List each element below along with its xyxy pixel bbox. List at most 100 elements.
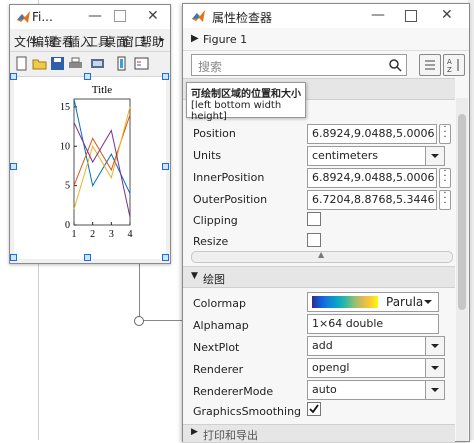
resize-handle[interactable] [162, 73, 169, 80]
position-value: 6.8924,9.0488,5.0006,6.006 [312, 127, 434, 140]
new-figure-icon[interactable] [14, 56, 29, 71]
nextplot-dropdown[interactable]: add [307, 336, 437, 356]
figure-menubar: 文件 编辑 查看 插入 工具 桌面 窗口 帮助 ▸ [10, 31, 170, 51]
expand-arrow-icon[interactable]: ▶ [191, 33, 199, 44]
group-view-button[interactable] [419, 54, 441, 76]
chevron-down-icon [431, 388, 439, 392]
resize-handle[interactable] [10, 163, 17, 170]
tooltip-body: [left bottom width height] [191, 100, 282, 122]
innerposition-field[interactable]: 6.8924,9.0488,5.0006,6.006 [307, 168, 437, 188]
sort-az-button[interactable]: AZ [443, 54, 465, 76]
section-title: 打印和导出 [203, 429, 258, 442]
graphicssmoothing-checkbox[interactable] [307, 402, 321, 416]
alphamap-field[interactable]: 1×64 double [307, 314, 439, 334]
expand-arrow-icon[interactable]: ▶ [191, 427, 198, 437]
insert-legend-icon[interactable] [134, 56, 149, 71]
resize-handle[interactable] [84, 254, 91, 261]
svg-text:A: A [447, 58, 452, 66]
resize-checkbox[interactable] [307, 233, 321, 247]
x-tick-label: 1 [72, 229, 77, 240]
close-icon[interactable]: ✕ [441, 8, 453, 22]
units-dropdown[interactable]: centimeters [307, 146, 437, 166]
prop-label-position: Position [193, 127, 236, 140]
section-print-export[interactable]: ▶ 打印和导出 [183, 424, 455, 443]
renderer-value: opengl [312, 361, 350, 374]
search-icon[interactable] [388, 58, 402, 72]
figure-title: Fi... [32, 10, 53, 24]
open-icon[interactable] [32, 56, 47, 71]
prop-label-innerposition: InnerPosition [193, 171, 265, 184]
object-selector[interactable]: ▶ Figure 1 [183, 30, 469, 51]
renderermode-dropdown[interactable]: auto [307, 380, 437, 400]
renderermode-dropdown-arrow[interactable] [425, 380, 445, 400]
y-tick-label: 5 [65, 181, 70, 192]
sort-az-icon: AZ [447, 58, 459, 74]
line-chart[interactable]: Title 1 2 3 4 0 5 10 15 [14, 77, 166, 259]
innerposition-value: 6.8924,9.0488,5.0006,6.006 [312, 171, 434, 184]
menu-overflow-icon[interactable]: ▸ [160, 35, 165, 45]
svg-text:Z: Z [447, 66, 452, 74]
chevron-down-icon [424, 300, 432, 304]
figure-window: Fi... — ✕ 文件 编辑 查看 插入 工具 桌面 窗口 帮助 ▸ Titl… [9, 4, 171, 264]
chevron-down-icon [431, 366, 439, 370]
position-more-button[interactable]: · · · [439, 123, 451, 144]
chart-title: Title [92, 84, 113, 96]
renderer-dropdown[interactable]: opengl [307, 358, 437, 378]
prop-label-outerposition: OuterPosition [193, 193, 268, 206]
show-more-bar[interactable]: ▲ [191, 250, 453, 263]
chevron-down-icon [431, 344, 439, 348]
insert-colorbar-icon[interactable] [114, 56, 129, 71]
resize-handle[interactable] [162, 163, 169, 170]
colormap-dropdown[interactable]: Parula [307, 292, 439, 312]
maximize-icon[interactable] [114, 10, 126, 22]
close-icon[interactable]: ✕ [147, 9, 159, 23]
outerposition-field[interactable]: 6.7204,8.8768,5.3446,8.215 [307, 190, 437, 210]
maximize-icon[interactable] [405, 10, 417, 22]
nextplot-value: add [312, 339, 333, 352]
search-placeholder: 搜索 [198, 60, 223, 74]
units-value: centimeters [312, 149, 378, 162]
resize-handle[interactable] [162, 254, 169, 261]
resize-handle[interactable] [10, 254, 17, 261]
y-tick-label: 10 [60, 141, 70, 152]
print-icon[interactable] [68, 56, 83, 71]
property-inspector-window: 属性检查器 — ✕ ▶ Figure 1 搜索 AZ ▼ 位置 Position… [182, 3, 470, 443]
position-field[interactable]: 6.8924,9.0488,5.0006,6.006 [307, 124, 437, 144]
resize-handle[interactable] [84, 73, 91, 80]
x-tick-label: 3 [109, 229, 114, 240]
section-plot[interactable]: ▼ 绘图 [183, 266, 455, 288]
search-input[interactable]: 搜索 [191, 54, 407, 76]
vertical-scrollbar[interactable] [456, 98, 468, 441]
prop-label-units: Units [193, 149, 222, 162]
inspector-titlebar: 属性检查器 — ✕ [183, 4, 469, 28]
checkmark-icon [309, 404, 319, 414]
minimize-icon[interactable]: — [88, 9, 102, 23]
inspector-title: 属性检查器 [212, 11, 273, 25]
clipping-checkbox[interactable] [307, 212, 321, 226]
x-tick-label: 2 [90, 229, 95, 240]
renderer-dropdown-arrow[interactable] [425, 358, 445, 378]
connector-line [139, 262, 140, 322]
minimize-icon[interactable]: — [371, 8, 385, 22]
colormap-gradient [312, 296, 378, 308]
nextplot-dropdown-arrow[interactable] [425, 336, 445, 356]
prop-label-alphamap: Alphamap [193, 319, 249, 332]
resize-handle[interactable] [10, 73, 17, 80]
innerposition-more-button[interactable]: · · · [439, 167, 451, 188]
matlab-logo-icon [17, 11, 30, 23]
prop-label-nextplot: NextPlot [193, 341, 240, 354]
matlab-logo-icon [192, 10, 205, 22]
chevron-down-icon [431, 154, 439, 158]
prop-label-renderermode: RendererMode [193, 385, 274, 398]
link-icon[interactable] [90, 56, 105, 71]
save-icon[interactable] [50, 56, 65, 71]
object-label: Figure 1 [203, 33, 248, 46]
x-tick-label: 4 [128, 229, 133, 240]
figure-canvas[interactable]: Title 1 2 3 4 0 5 10 15 [14, 77, 166, 259]
collapse-arrow-icon[interactable]: ▼ [191, 271, 198, 281]
expand-up-icon[interactable]: ▲ [318, 250, 324, 259]
outerposition-more-button[interactable]: · · · [439, 189, 451, 210]
prop-label-graphicssmoothing: GraphicsSmoothing [193, 405, 302, 418]
units-dropdown-arrow[interactable] [425, 146, 445, 166]
scrollbar-thumb[interactable] [458, 114, 466, 310]
